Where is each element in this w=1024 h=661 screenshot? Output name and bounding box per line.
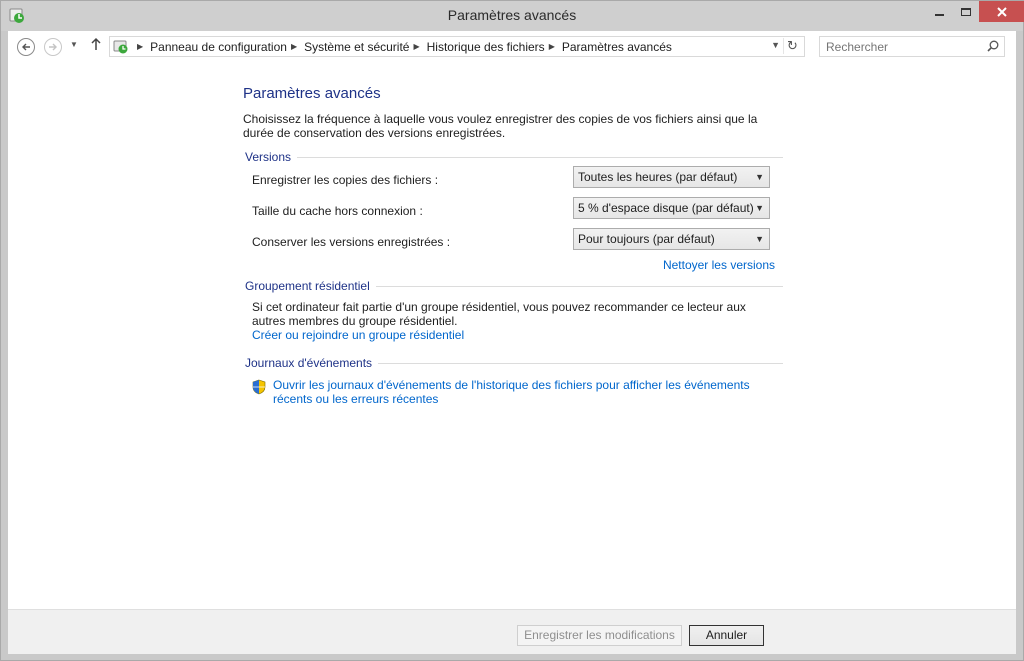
client-area: ▼ ▶ Panneau de configuration ▶ Système e… bbox=[8, 31, 1016, 654]
setting-row-copy-frequency: Enregistrer les copies des fichiers : To… bbox=[243, 164, 783, 195]
up-button[interactable] bbox=[90, 37, 102, 55]
homegroup-link[interactable]: Créer ou rejoindre un groupe résidentiel bbox=[252, 328, 464, 342]
chevron-down-icon: ▼ bbox=[755, 172, 764, 182]
section-divider bbox=[378, 362, 783, 364]
setting-label: Conserver les versions enregistrées : bbox=[252, 235, 451, 249]
select-value: 5 % d'espace disque (par défaut) bbox=[578, 201, 754, 215]
breadcrumb-file-history[interactable]: Historique des fichiers bbox=[427, 40, 545, 54]
up-arrow-icon bbox=[91, 37, 101, 50]
breadcrumb-separator-icon[interactable]: ▶ bbox=[291, 42, 297, 51]
back-button[interactable] bbox=[17, 38, 35, 56]
main-content: Paramètres avancés Choisissez la fréquen… bbox=[243, 85, 783, 406]
minimize-icon bbox=[934, 13, 944, 16]
setting-label: Enregistrer les copies des fichiers : bbox=[252, 173, 439, 187]
window-title: Paramètres avancés bbox=[447, 7, 577, 23]
breadcrumb-control-panel[interactable]: Panneau de configuration bbox=[150, 40, 287, 54]
select-value: Pour toujours (par défaut) bbox=[578, 232, 715, 246]
event-logs-row: Ouvrir les journaux d'événements de l'hi… bbox=[251, 378, 783, 406]
versions-section-header: Versions bbox=[243, 150, 783, 164]
window: Paramètres avancés ▼ ▶ Panneau de config… bbox=[0, 0, 1024, 661]
breadcrumb-separator-icon[interactable]: ▶ bbox=[549, 42, 555, 51]
section-label: Groupement résidentiel bbox=[245, 279, 370, 293]
select-value: Toutes les heures (par défaut) bbox=[578, 170, 738, 184]
search-icon[interactable] bbox=[987, 40, 999, 52]
setting-row-keep-versions: Conserver les versions enregistrées : Po… bbox=[243, 226, 783, 257]
keep-versions-select[interactable]: Pour toujours (par défaut) ▼ bbox=[573, 228, 770, 250]
uac-shield-icon bbox=[252, 379, 266, 395]
search-input[interactable] bbox=[820, 39, 980, 54]
footer-bar: Enregistrer les modifications Annuler bbox=[8, 609, 1016, 654]
page-description: Choisissez la fréquence à laquelle vous … bbox=[243, 112, 758, 140]
breadcrumb-separator-icon[interactable]: ▶ bbox=[413, 42, 419, 51]
section-label: Versions bbox=[245, 150, 292, 164]
maximize-button[interactable] bbox=[953, 1, 979, 22]
events-section-header: Journaux d'événements bbox=[243, 356, 783, 370]
cleanup-link-row: Nettoyer les versions bbox=[243, 257, 783, 273]
breadcrumb-separator-icon: ▶ bbox=[137, 42, 144, 51]
save-changes-button[interactable]: Enregistrer les modifications bbox=[517, 625, 682, 646]
cancel-button[interactable]: Annuler bbox=[689, 625, 764, 646]
chevron-down-icon: ▼ bbox=[70, 40, 78, 49]
forward-button[interactable] bbox=[44, 38, 62, 56]
setting-row-offline-cache: Taille du cache hors connexion : 5 % d'e… bbox=[243, 195, 783, 226]
address-dropdown-icon[interactable]: ▼ bbox=[771, 40, 780, 50]
offline-cache-select[interactable]: 5 % d'espace disque (par défaut) ▼ bbox=[573, 197, 770, 219]
chevron-down-icon: ▼ bbox=[755, 234, 764, 244]
section-label: Journaux d'événements bbox=[245, 356, 373, 370]
minimize-button[interactable] bbox=[926, 1, 952, 22]
section-divider bbox=[375, 285, 783, 287]
control-panel-icon bbox=[113, 40, 128, 53]
recent-locations-button[interactable]: ▼ bbox=[70, 40, 78, 49]
open-event-logs-link[interactable]: Ouvrir les journaux d'événements de l'hi… bbox=[273, 378, 783, 406]
breadcrumb-system-security[interactable]: Système et sécurité bbox=[304, 40, 409, 54]
address-bar[interactable]: ▶ Panneau de configuration ▶ Système et … bbox=[109, 36, 805, 57]
search-box[interactable] bbox=[819, 36, 1005, 57]
copy-frequency-select[interactable]: Toutes les heures (par défaut) ▼ bbox=[573, 166, 770, 188]
setting-label: Taille du cache hors connexion : bbox=[252, 204, 423, 218]
title-bar: Paramètres avancés bbox=[1, 1, 1024, 31]
breadcrumb-advanced-settings[interactable]: Paramètres avancés bbox=[562, 40, 672, 54]
back-arrow-icon bbox=[22, 43, 30, 51]
section-divider bbox=[297, 156, 783, 158]
chevron-down-icon: ▼ bbox=[755, 203, 764, 213]
refresh-icon[interactable]: ↻ bbox=[783, 38, 801, 54]
navigation-bar: ▼ ▶ Panneau de configuration ▶ Système e… bbox=[8, 31, 1016, 62]
forward-arrow-icon bbox=[49, 43, 57, 51]
clean-up-versions-link[interactable]: Nettoyer les versions bbox=[663, 258, 775, 272]
close-icon bbox=[996, 6, 1007, 17]
close-button[interactable] bbox=[979, 1, 1024, 22]
homegroup-description: Si cet ordinateur fait partie d'un group… bbox=[252, 300, 746, 328]
maximize-icon bbox=[961, 7, 971, 16]
page-title: Paramètres avancés bbox=[243, 85, 381, 102]
homegroup-section-header: Groupement résidentiel bbox=[243, 279, 783, 293]
